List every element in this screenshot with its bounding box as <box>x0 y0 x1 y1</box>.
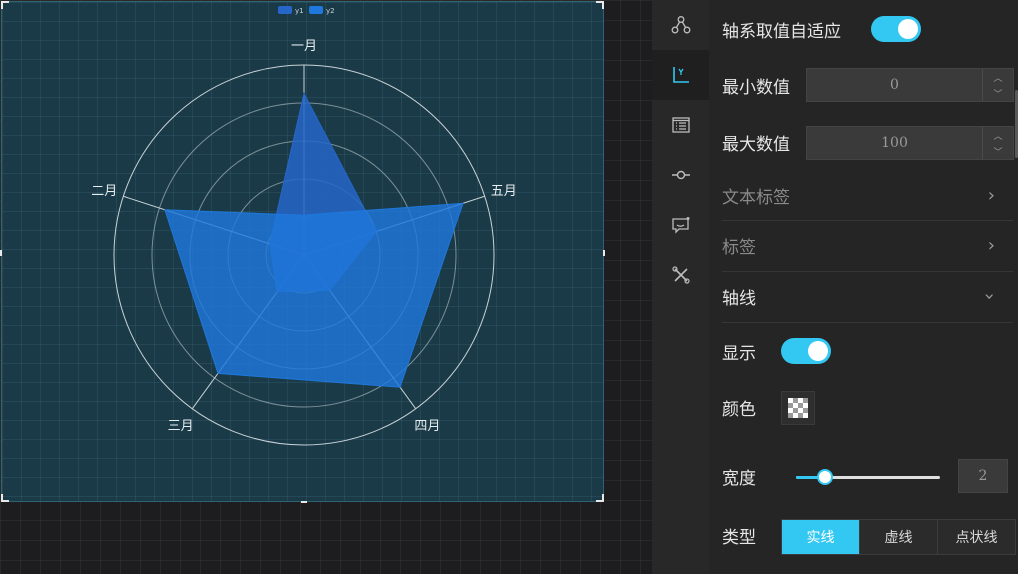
max-value-input[interactable]: 100 ︿ ﹀ <box>806 126 1014 160</box>
property-panel: 轴系取值自适应 最小数值 0 ︿ ﹀ 最大数值 100 ︿ ﹀ 文本标签 › 标… <box>709 0 1018 574</box>
chevron-down-icon[interactable]: ﹀ <box>983 143 1013 159</box>
line-type-dashed[interactable]: 虚线 <box>860 520 938 554</box>
transparent-swatch-icon <box>788 398 808 418</box>
chevron-right-icon: › <box>987 234 995 256</box>
legend-swatch <box>278 6 292 14</box>
width-slider[interactable] <box>796 469 940 485</box>
width-value-text: 2 <box>978 468 988 484</box>
settings-tab-rail <box>652 0 709 574</box>
commit-node-icon <box>671 170 690 180</box>
width-label: 宽度 <box>722 468 756 489</box>
legend-swatch <box>309 6 323 14</box>
rail-tab-tools[interactable] <box>652 250 709 300</box>
rail-tab-graph[interactable] <box>652 0 709 50</box>
min-value-input[interactable]: 0 ︿ ﹀ <box>806 68 1014 102</box>
color-row: 颜色 <box>722 392 1013 422</box>
list-doc-icon <box>671 117 690 133</box>
width-input[interactable]: 2 <box>958 459 1008 493</box>
line-type-dotted[interactable]: 点状线 <box>938 520 1015 554</box>
chevron-right-icon: › <box>987 184 995 206</box>
resize-handle-top-right[interactable] <box>596 1 604 9</box>
max-value-stepper[interactable]: ︿ ﹀ <box>982 127 1013 159</box>
chevron-down-icon[interactable]: ﹀ <box>983 85 1013 101</box>
rail-tab-node[interactable] <box>652 150 709 200</box>
legend-label: y1 <box>295 7 304 15</box>
max-value-text: 100 <box>881 135 908 151</box>
rail-tab-axis[interactable] <box>652 50 709 100</box>
label-section-title: 标签 <box>722 237 756 258</box>
radar-series-y2 <box>164 202 464 388</box>
adaptive-label: 轴系取值自适应 <box>722 21 841 42</box>
radar-axis-label: 二月 <box>91 184 117 199</box>
resize-handle-left[interactable] <box>0 250 2 256</box>
rail-tab-list[interactable] <box>652 100 709 150</box>
type-label: 类型 <box>722 527 756 548</box>
chart-component[interactable]: 一月五月四月 三月 二月 y1 y2 <box>0 1 605 503</box>
width-slider-knob[interactable] <box>816 469 833 485</box>
resize-handle-bottom[interactable] <box>301 501 307 503</box>
show-toggle[interactable] <box>781 338 831 364</box>
resize-handle-bottom-left[interactable] <box>1 494 9 502</box>
radar-axis-label: 四月 <box>414 419 440 434</box>
legend-label: y2 <box>326 7 335 15</box>
color-label: 颜色 <box>722 399 756 420</box>
radar-axis-label: 五月 <box>491 184 517 199</box>
resize-handle-right[interactable] <box>603 250 605 256</box>
axis-y-icon <box>672 67 689 83</box>
text-label-section-title: 文本标签 <box>722 187 790 208</box>
adaptive-row: 轴系取值自适应 <box>722 14 1013 44</box>
min-value-label: 最小数值 <box>722 77 790 98</box>
chevron-up-icon[interactable]: ︿ <box>983 69 1013 85</box>
text-label-section[interactable]: 文本标签 › <box>722 180 1013 210</box>
axis-line-section[interactable]: 轴线 › <box>722 281 1013 311</box>
canvas-workspace[interactable]: 一月五月四月 三月 二月 y1 y2 <box>0 0 652 574</box>
chevron-up-icon[interactable]: ︿ <box>983 127 1013 143</box>
divider <box>722 220 1013 221</box>
radar-axis-label: 一月 <box>291 39 317 54</box>
min-value-stepper[interactable]: ︿ ﹀ <box>982 69 1013 101</box>
line-type-solid[interactable]: 实线 <box>782 520 860 554</box>
max-value-label: 最大数值 <box>722 134 790 155</box>
axis-line-section-title: 轴线 <box>722 288 756 309</box>
show-label: 显示 <box>722 343 756 364</box>
color-picker[interactable] <box>781 391 815 425</box>
resize-handle-bottom-right[interactable] <box>596 494 604 502</box>
tools-icon <box>671 266 690 284</box>
share-nodes-icon <box>671 16 690 34</box>
resize-handle-top-left[interactable] <box>1 1 9 9</box>
adaptive-toggle[interactable] <box>871 16 921 42</box>
chevron-down-icon: › <box>978 292 1000 300</box>
rail-tab-tooltip[interactable] <box>652 200 709 250</box>
radar-axis-label: 三月 <box>168 419 194 434</box>
label-section[interactable]: 标签 › <box>722 230 1013 260</box>
show-row: 显示 <box>722 336 1013 366</box>
divider <box>722 322 1013 323</box>
line-type-selector: 实线 虚线 点状线 <box>781 519 1016 555</box>
min-value-text: 0 <box>890 77 899 93</box>
divider <box>722 271 1013 272</box>
radar-chart: 一月五月四月 三月 二月 y1 y2 <box>91 6 517 446</box>
chat-bubble-icon <box>671 217 689 234</box>
